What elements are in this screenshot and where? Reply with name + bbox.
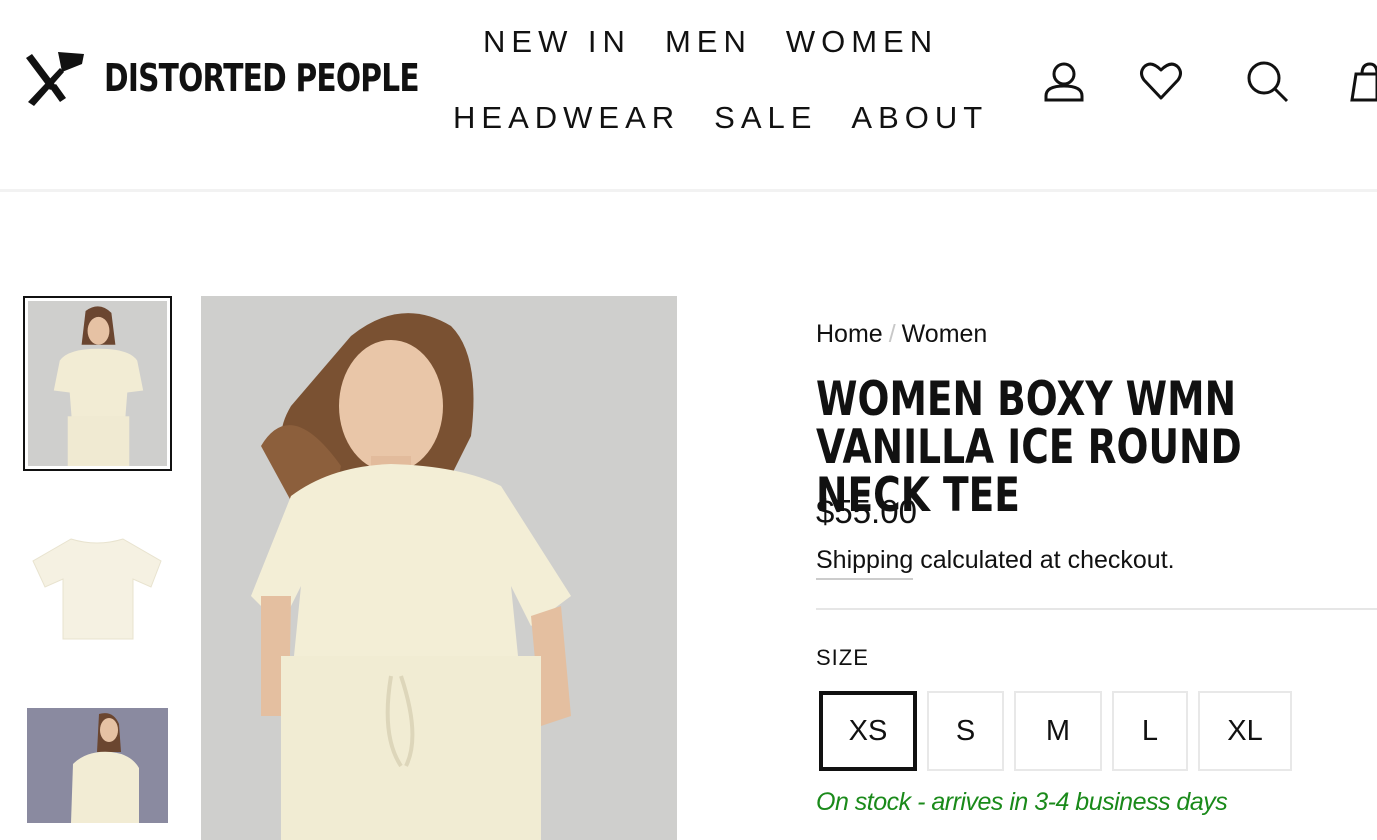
user-icon[interactable]	[1041, 58, 1087, 104]
breadcrumb-women-link[interactable]: Women	[902, 320, 988, 348]
divider	[816, 608, 1377, 610]
model-back-thumbnail-image	[27, 708, 168, 823]
size-option-l[interactable]: L	[1112, 691, 1188, 771]
shipping-note: Shipping calculated at checkout.	[816, 546, 1175, 580]
size-option-m[interactable]: M	[1014, 691, 1102, 771]
model-front-thumbnail-image	[28, 301, 167, 466]
nav-about[interactable]: ABOUT	[851, 100, 988, 136]
main-product-image[interactable]	[201, 296, 677, 840]
nav-new-in[interactable]: NEW IN	[483, 24, 631, 60]
size-option-s[interactable]: S	[927, 691, 1004, 771]
size-selector: XS S M L XL	[819, 691, 1302, 771]
breadcrumb: Home / Women	[816, 320, 987, 349]
size-label: SIZE	[816, 645, 869, 670]
thumbnail-3[interactable]	[27, 708, 168, 823]
shipping-link[interactable]: Shipping	[816, 546, 914, 580]
nav-sale[interactable]: SALE	[714, 100, 817, 136]
breadcrumb-home-link[interactable]: Home	[816, 320, 883, 348]
shipping-note-text: calculated at checkout.	[913, 546, 1175, 574]
tshirt-flat-thumbnail-image	[27, 515, 168, 665]
brand-logo[interactable]: DISTORTED PEOPLE	[22, 50, 508, 106]
crossed-knives-logo-icon	[26, 52, 84, 106]
site-header: DISTORTED PEOPLE NEW IN MEN WOMEN HEADWE…	[0, 0, 1377, 192]
heart-icon[interactable]	[1138, 58, 1184, 104]
nav-headwear[interactable]: HEADWEAR	[453, 100, 680, 136]
thumbnail-1-selected[interactable]	[23, 296, 172, 471]
stock-status: On stock - arrives in 3-4 business days	[816, 788, 1228, 816]
breadcrumb-separator: /	[888, 320, 896, 348]
product-price: $55.00	[816, 493, 917, 530]
brand-name: DISTORTED PEOPLE	[104, 56, 420, 100]
thumbnail-2[interactable]	[27, 515, 168, 665]
cart-icon[interactable]	[1350, 58, 1377, 104]
search-icon[interactable]	[1244, 58, 1290, 104]
main-nav-row-2: HEADWEAR SALE ABOUT	[453, 100, 1022, 136]
nav-men[interactable]: MEN	[665, 24, 752, 60]
size-option-xs[interactable]: XS	[819, 691, 917, 771]
size-option-xl[interactable]: XL	[1198, 691, 1292, 771]
nav-women[interactable]: WOMEN	[786, 24, 938, 60]
model-wearing-tee-image	[201, 296, 677, 840]
main-nav-row-1: NEW IN MEN WOMEN	[483, 24, 972, 60]
